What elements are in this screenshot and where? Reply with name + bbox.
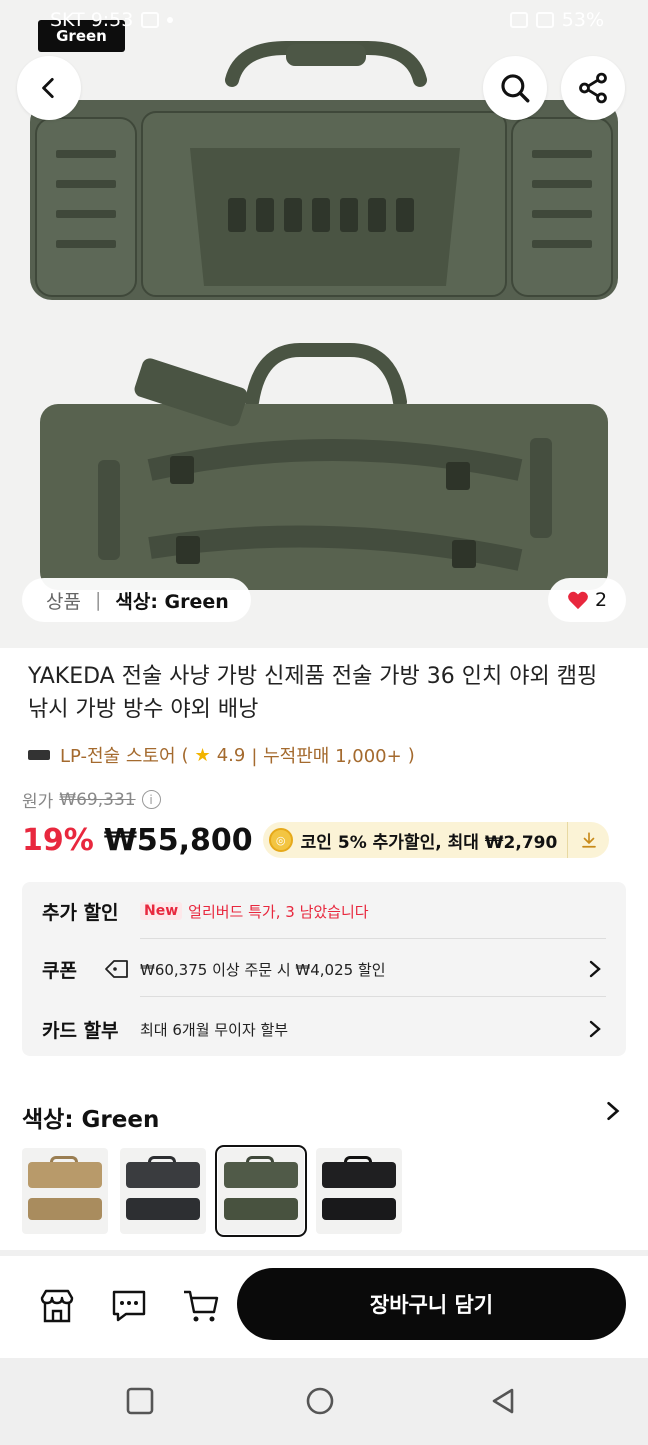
original-price-label: 원가 [22, 792, 54, 812]
product-image [30, 41, 618, 590]
swatch-bag-front [126, 1162, 200, 1188]
card-installment-text: 최대 6개월 무이자 할부 [140, 1020, 289, 1039]
sale-price: ₩55,800 [103, 822, 253, 858]
swatch-black[interactable] [316, 1148, 402, 1234]
coin-discount-text: 코인 5% 추가할인, 최대 ₩2,790 [300, 832, 558, 853]
color-swatch-list [22, 1145, 402, 1237]
like-button[interactable]: 2 [548, 578, 626, 622]
original-price-row: 원가 ₩69,331 i [22, 787, 161, 812]
extra-discount-box: 추가 할인 New 얼리버드 특가, 3 남았습니다 쿠폰 ₩60,375 이상… [22, 882, 626, 1056]
download-coupon-button[interactable] [567, 822, 609, 858]
chevron-right-icon [589, 1020, 601, 1038]
discount-rate: 19% [22, 822, 94, 858]
system-nav-bar [0, 1358, 648, 1445]
home-icon[interactable] [305, 1386, 335, 1416]
cart-button[interactable] [181, 1286, 221, 1326]
coin-discount-chip[interactable]: ◎ 코인 5% 추가할인, 최대 ₩2,790 [262, 822, 610, 858]
back-button[interactable] [17, 56, 81, 120]
price-row: 19% ₩55,800 ◎ 코인 5% 추가할인, 최대 ₩2,790 [22, 822, 610, 858]
rating-open: ( [181, 744, 189, 766]
star-icon: ★ [194, 744, 211, 766]
back-nav-icon[interactable] [488, 1386, 518, 1416]
heart-icon [568, 591, 588, 610]
chat-icon [112, 1290, 146, 1322]
swatch-green[interactable] [215, 1145, 307, 1237]
extra-discount-label: 추가 할인 [42, 901, 119, 924]
signal-icon [535, 12, 554, 28]
tag-icon [105, 960, 128, 978]
bottom-action-bar: 장바구니 담기 [0, 1256, 648, 1356]
store-name[interactable]: LP-전술 스토어 [60, 742, 176, 768]
color-option-title[interactable]: 색상: Green [22, 1100, 159, 1134]
add-to-cart-button[interactable]: 장바구니 담기 [237, 1268, 626, 1340]
swatch-bag-front [28, 1162, 102, 1188]
swatch-black-gray[interactable] [120, 1148, 206, 1234]
swatch-bag-front [322, 1162, 396, 1188]
coin-icon: ◎ [268, 828, 293, 852]
store-row[interactable]: LP-전술 스토어 ( ★ 4.9 | 누적판매 1,000+ ) [28, 742, 415, 768]
coupon-text: ₩60,375 이상 주문 시 ₩4,025 할인 [140, 960, 386, 979]
store-icon [40, 1289, 74, 1323]
store-rating: 4.9 [216, 744, 246, 766]
search-button[interactable] [483, 56, 547, 120]
early-bird-text: 얼리버드 특가, 3 남았습니다 [188, 902, 369, 921]
swatch-bag-back [322, 1198, 396, 1220]
share-button[interactable] [561, 56, 625, 120]
rating-close: ) [407, 744, 415, 766]
product-title: YAKEDA 전술 사냥 가방 신제품 전술 가방 36 인치 야외 캠핑 낚시… [28, 664, 598, 722]
chat-button[interactable] [109, 1286, 149, 1326]
coupon-label: 쿠폰 [42, 959, 77, 982]
option-summary-pill[interactable]: 상품 | 색상: Green [22, 578, 251, 622]
info-icon[interactable]: i [141, 790, 161, 809]
divider [140, 938, 606, 939]
store-sales: | 누적판매 1,000+ [251, 746, 402, 767]
extra-discount-row: 추가 할인 New 얼리버드 특가, 3 남았습니다 [42, 898, 606, 924]
new-badge: New [140, 902, 183, 920]
download-icon [581, 832, 596, 848]
selected-option-label: 색상: Green [115, 590, 229, 613]
photo-icon [141, 12, 160, 28]
swatch-tan[interactable] [22, 1148, 108, 1234]
chevron-right-icon [589, 960, 601, 978]
status-bar: SKT 9:53 53% [0, 6, 648, 34]
chevron-right-icon[interactable] [604, 1100, 622, 1122]
original-price: ₩69,331 [59, 789, 136, 810]
notification-dot-icon [167, 17, 174, 23]
status-carrier-time: SKT 9:53 [50, 9, 134, 31]
battery-level: 53% [561, 9, 604, 31]
store-button[interactable] [37, 1286, 77, 1326]
share-icon [579, 72, 607, 104]
product-image-carousel[interactable]: SKT 9:53 53% Green 상품 | 색상: Green 2 [0, 0, 648, 648]
cart-icon [184, 1290, 219, 1322]
divider [140, 996, 606, 997]
wifi-icon [509, 12, 528, 28]
card-installment-label: 카드 할부 [42, 1019, 119, 1042]
recent-apps-icon[interactable] [125, 1386, 155, 1416]
coupon-row[interactable]: 쿠폰 ₩60,375 이상 주문 시 ₩4,025 할인 [42, 954, 606, 984]
card-installment-row[interactable]: 카드 할부 최대 6개월 무이자 할부 [42, 1014, 606, 1044]
swatch-bag-front [224, 1162, 298, 1188]
pill-separator: | [94, 589, 102, 611]
search-icon [501, 74, 530, 103]
swatch-bag-back [126, 1198, 200, 1220]
store-logo [28, 750, 50, 760]
chevron-left-icon [42, 77, 54, 99]
category-label: 상품 [46, 590, 81, 613]
swatch-bag-back [224, 1198, 298, 1220]
like-count: 2 [594, 589, 608, 611]
swatch-bag-back [28, 1198, 102, 1220]
